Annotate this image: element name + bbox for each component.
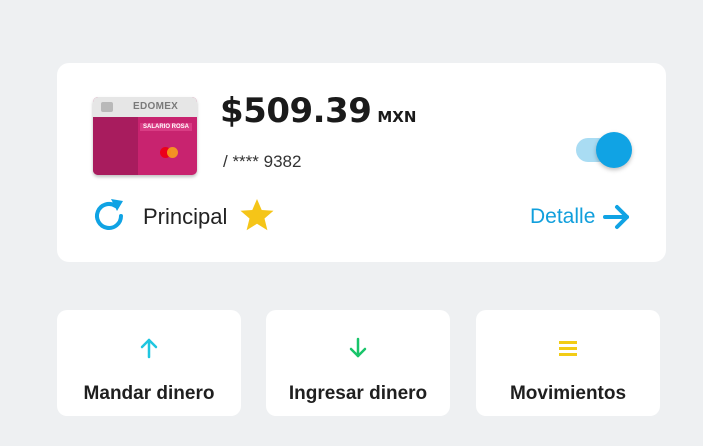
mastercard-icon-circle xyxy=(167,147,178,158)
toggle-knob xyxy=(596,132,632,168)
refresh-icon[interactable] xyxy=(90,197,128,235)
send-money-label: Mandar dinero xyxy=(83,383,215,404)
arrow-up-icon xyxy=(140,338,158,359)
detail-label: Detalle xyxy=(530,205,596,228)
card-toggle[interactable] xyxy=(574,131,634,169)
balance-amount: $509.39 xyxy=(220,91,372,131)
masked-card-number: / **** 9382 xyxy=(223,152,302,171)
movements-label: Movimientos xyxy=(509,383,627,404)
detail-link[interactable]: Detalle xyxy=(530,201,632,233)
card-brand-logo: EDOMEX xyxy=(133,101,179,112)
star-icon[interactable] xyxy=(239,197,275,233)
movements-button[interactable]: Movimientos xyxy=(476,310,660,416)
seal-icon xyxy=(101,102,113,112)
account-type-label: Principal xyxy=(143,204,228,229)
menu-lines-icon xyxy=(559,341,577,356)
add-money-label: Ingresar dinero xyxy=(288,383,428,404)
arrow-right-icon xyxy=(603,205,630,229)
card-program-label: SALARIO ROSA xyxy=(140,123,193,131)
account-card[interactable]: EDOMEX SALARIO ROSA $509.39 MXN / **** 93… xyxy=(57,63,666,262)
balance-currency: MXN xyxy=(377,108,417,126)
send-money-button[interactable]: Mandar dinero xyxy=(57,310,241,416)
balance: $509.39 MXN xyxy=(220,91,416,131)
add-money-button[interactable]: Ingresar dinero xyxy=(266,310,450,416)
arrow-down-icon xyxy=(349,337,367,358)
card-stripe xyxy=(93,117,138,175)
card-image: EDOMEX SALARIO ROSA xyxy=(93,97,197,175)
